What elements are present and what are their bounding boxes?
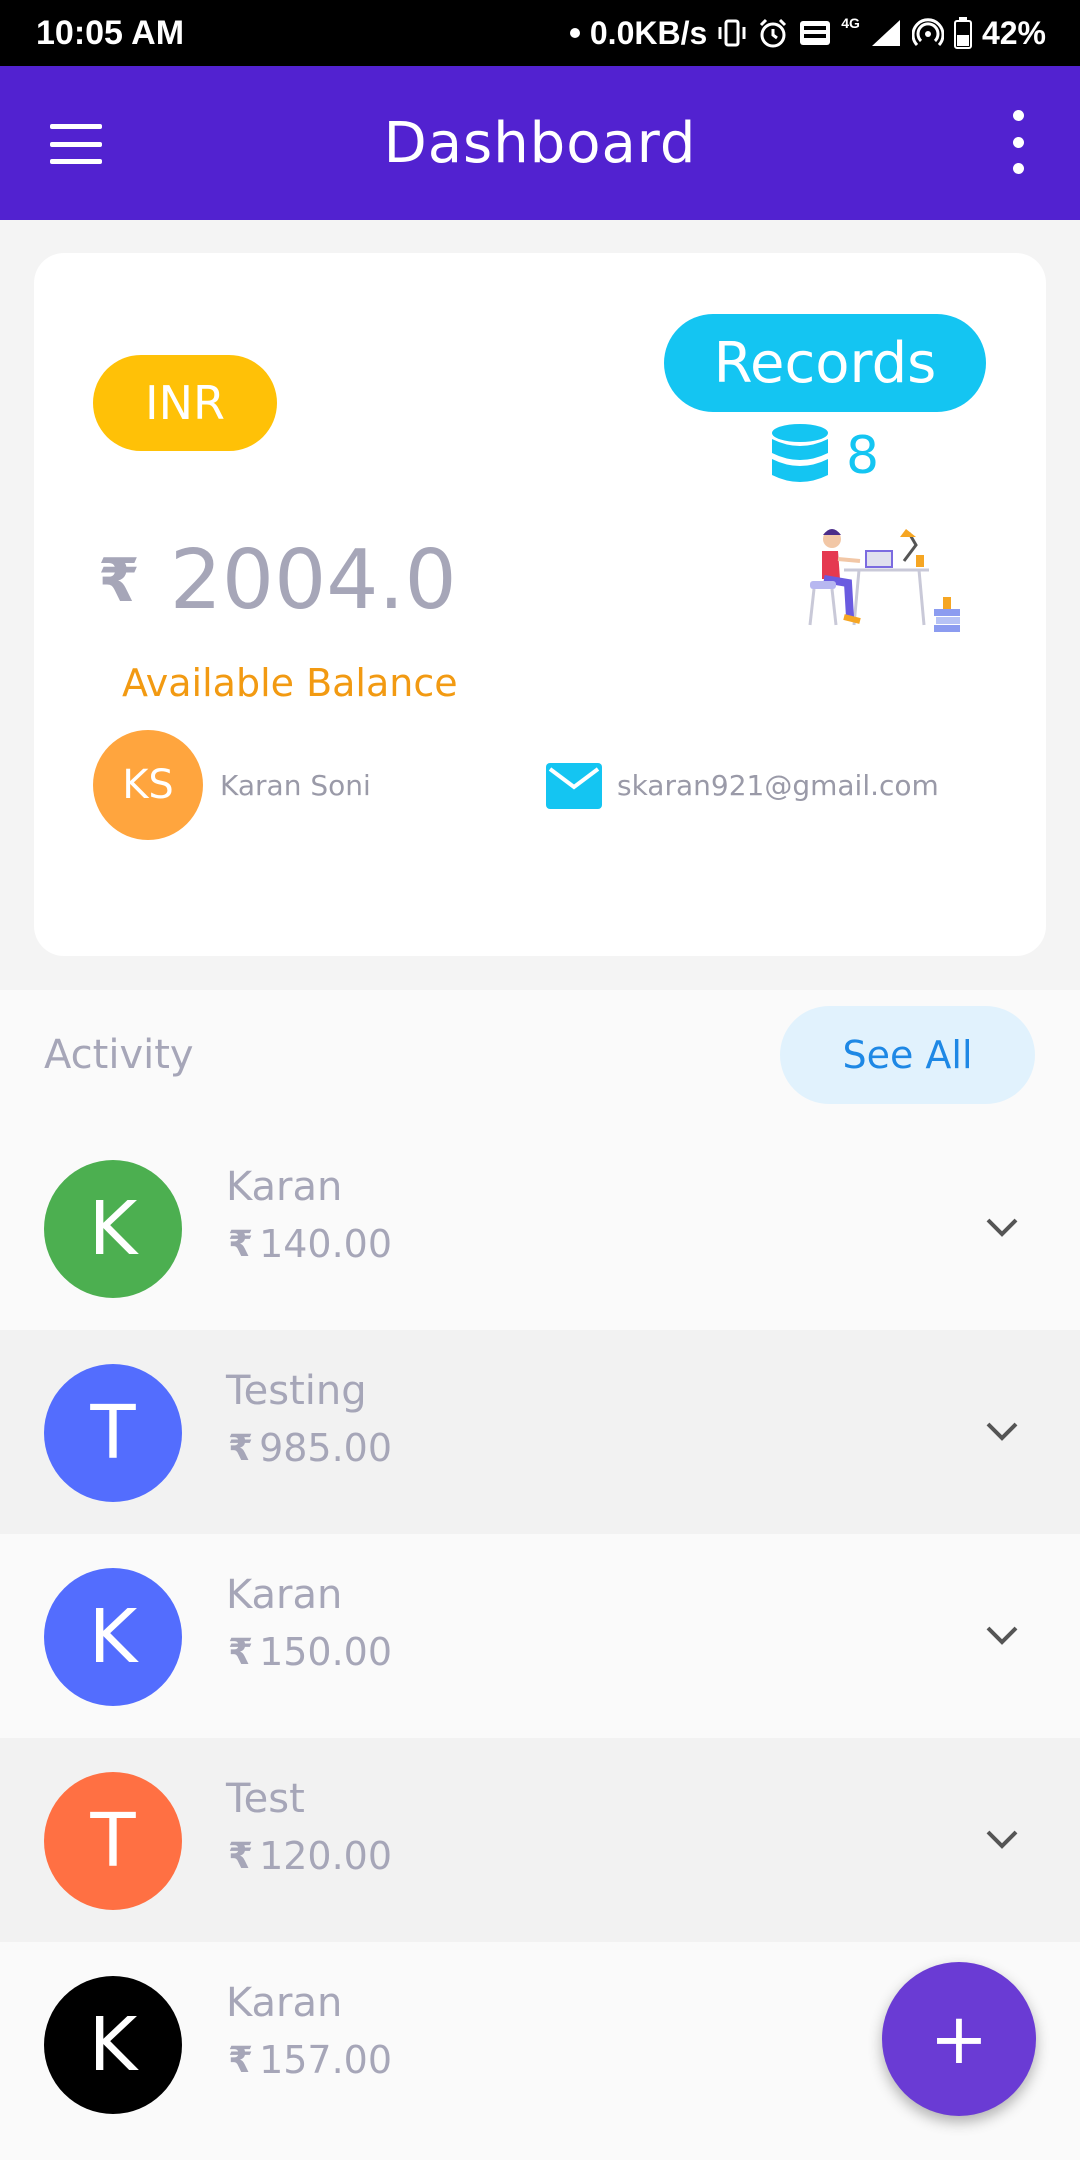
list-item-amount-line: ₹ 985.00 [228, 1426, 392, 1470]
add-record-fab[interactable]: + [882, 1962, 1036, 2116]
records-count: 8 [846, 426, 880, 486]
list-item[interactable]: K Karan ₹ 150.00 [0, 1534, 1080, 1738]
status-bar: 10:05 AM 0.0KB/s 4G 42% [0, 0, 1080, 66]
currency-badge[interactable]: INR [93, 355, 277, 451]
balance-card: INR Records 8 ₹ 2004.0 Available Balance… [34, 253, 1046, 956]
app-bar: Dashboard [0, 66, 1080, 220]
list-item-amount-line: ₹ 157.00 [228, 2038, 392, 2082]
avatar: KS [93, 730, 203, 840]
hotspot-icon [911, 18, 944, 47]
list-item-amount: 140.00 [259, 1222, 393, 1266]
battery-percent: 42% [981, 14, 1046, 51]
rupee-symbol: ₹ [98, 545, 140, 616]
list-item-amount: 120.00 [259, 1834, 393, 1878]
database-icon [772, 424, 828, 482]
chevron-down-icon[interactable] [984, 1828, 1020, 1852]
activity-title: Activity [44, 1032, 194, 1078]
list-item[interactable]: T Testing ₹ 985.00 [0, 1330, 1080, 1534]
battery-icon [953, 17, 972, 49]
list-item-avatar: K [44, 1976, 182, 2114]
list-item[interactable]: K Karan ₹ 140.00 [0, 1126, 1080, 1330]
rupee-symbol: ₹ [228, 1835, 254, 1877]
hamburger-menu-icon[interactable] [50, 124, 102, 164]
more-options-icon[interactable] [1008, 110, 1028, 174]
alarm-icon [760, 18, 787, 48]
records-button[interactable]: Records [664, 314, 986, 412]
list-item-amount-line: ₹ 120.00 [228, 1834, 392, 1878]
rupee-symbol: ₹ [228, 1631, 254, 1673]
rupee-symbol: ₹ [228, 1427, 254, 1469]
list-item-amount: 157.00 [259, 2038, 393, 2082]
mail-icon [546, 763, 602, 809]
see-all-button[interactable]: See All [780, 1006, 1035, 1104]
plus-icon: + [929, 1998, 989, 2080]
chevron-down-icon[interactable] [984, 1420, 1020, 1444]
list-item-amount: 150.00 [259, 1630, 393, 1674]
list-item-name: Karan [226, 1572, 343, 1618]
vibrate-icon [718, 19, 746, 47]
list-item-avatar: K [44, 1568, 182, 1706]
network-type: 4G [841, 14, 860, 31]
chevron-down-icon[interactable] [984, 1216, 1020, 1240]
balance-label: Available Balance [122, 661, 458, 705]
list-item-name: Karan [226, 1980, 343, 2026]
list-item-amount-line: ₹ 140.00 [228, 1222, 392, 1266]
rupee-symbol: ₹ [228, 1223, 254, 1265]
net-speed: 0.0KB/s [589, 14, 708, 51]
user-email: skaran921@gmail.com [617, 769, 939, 802]
notification-dot-icon [569, 28, 580, 38]
balance-row: ₹ 2004.0 [98, 533, 457, 628]
list-item[interactable]: T Test ₹ 120.00 [0, 1738, 1080, 1942]
list-item-name: Test [226, 1776, 305, 1822]
person-at-desk-illustration [808, 529, 960, 632]
volte-icon [800, 21, 831, 45]
list-item-amount: 985.00 [259, 1426, 393, 1470]
list-item-name: Karan [226, 1164, 343, 1210]
list-item-avatar: T [44, 1364, 182, 1502]
list-item-avatar: T [44, 1772, 182, 1910]
user-name: Karan Soni [220, 769, 371, 802]
status-time: 10:05 AM [36, 13, 185, 52]
signal-icon [871, 20, 900, 46]
rupee-symbol: ₹ [228, 2039, 254, 2081]
page-title: Dashboard [383, 110, 697, 176]
status-right: 0.0KB/s 4G 42% [569, 14, 1046, 52]
records-count-row: 8 [770, 423, 879, 489]
list-item-avatar: K [44, 1160, 182, 1298]
balance-amount: 2004.0 [169, 533, 457, 628]
chevron-down-icon[interactable] [984, 1624, 1020, 1648]
list-item-name: Testing [226, 1368, 367, 1414]
list-item-amount-line: ₹ 150.00 [228, 1630, 392, 1674]
